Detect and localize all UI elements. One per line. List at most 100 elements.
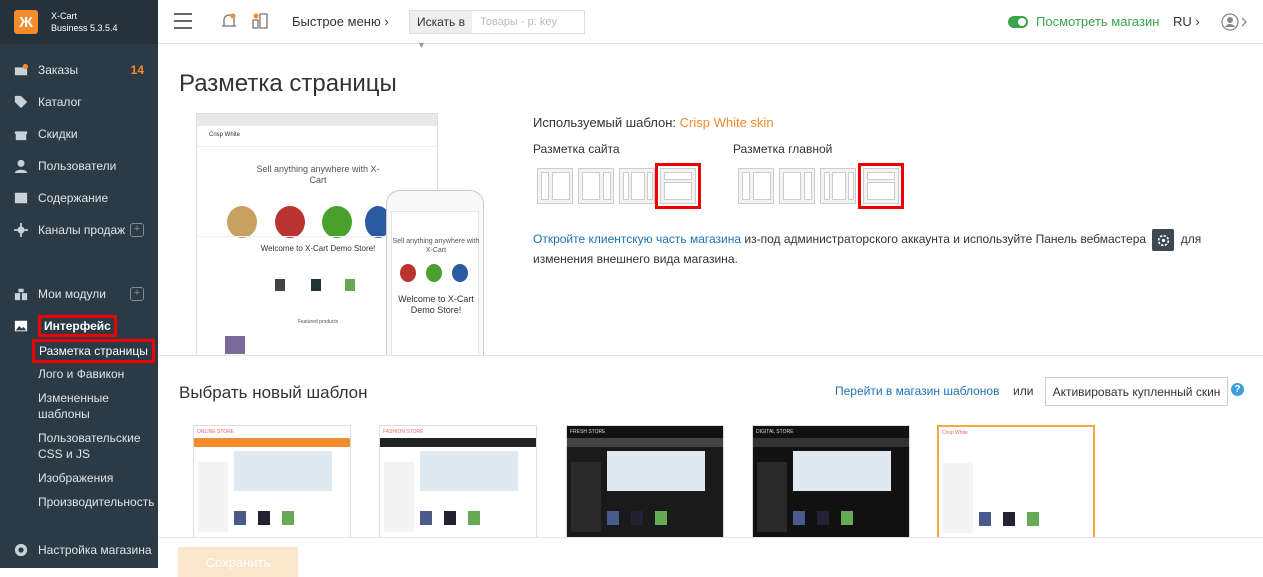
settings-icon: [13, 542, 29, 558]
template-name: DIGITAL STORE: [753, 426, 909, 438]
sidebar-item-discounts[interactable]: Скидки: [0, 122, 158, 146]
preview-store-title: Crisp White: [209, 132, 241, 138]
top-bar: Быстрое меню › Искать в ▼ Посмотреть маг…: [158, 0, 1263, 50]
search-scope-select[interactable]: Искать в ▼: [410, 11, 472, 50]
layout-no-sidebar[interactable]: [655, 163, 701, 209]
template-thumbnail[interactable]: DIGITAL STORE: [752, 425, 910, 540]
brand: Ж X-Cart Business 5.3.5.4: [0, 0, 158, 44]
open-store-hint: Откройте клиентскую часть магазина из-по…: [533, 229, 1253, 268]
sidebar-item-store-setup[interactable]: Настройка магазина: [0, 538, 158, 562]
home-layout-label: Разметка главной: [733, 142, 833, 156]
new-template-title: Выбрать новый шаблон: [179, 383, 368, 402]
used-template: Используемый шаблон: Crisp White skin: [533, 115, 774, 130]
template-thumbnail[interactable]: Crisp White: [937, 425, 1095, 540]
user-icon: [13, 158, 29, 174]
page-title: Разметка страницы: [179, 70, 397, 97]
bell-icon[interactable]: [220, 12, 238, 30]
brand-name: X-Cart: [51, 11, 78, 21]
orders-icon: [13, 62, 29, 78]
sidebar-item-modules[interactable]: Мои модули +: [0, 282, 158, 306]
open-store-link[interactable]: Откройте клиентскую часть магазина: [533, 232, 741, 246]
template-thumbnail[interactable]: ONLINE STORE: [193, 425, 351, 540]
home-layout-two-sidebars[interactable]: [820, 168, 856, 204]
template-thumbnail[interactable]: FRESH STORE: [566, 425, 724, 540]
gift-icon: [13, 126, 29, 142]
home-layout-left-sidebar[interactable]: [738, 168, 774, 204]
used-template-label: Используемый шаблон:: [533, 115, 677, 130]
template-name: FASHION STORE: [380, 426, 536, 438]
home-layout-right-sidebar[interactable]: [779, 168, 815, 204]
sidebar-item-label: Заказы: [38, 63, 79, 77]
template-name: Crisp White: [939, 427, 1093, 439]
sidebar-item-label: Мои модули: [38, 287, 106, 301]
content-icon: [13, 190, 29, 206]
sub-item-logo-favicon[interactable]: Лого и Фавикон: [38, 366, 124, 382]
template-name: ONLINE STORE: [194, 426, 350, 438]
sidebar-item-users[interactable]: Пользователи: [0, 154, 158, 178]
save-button[interactable]: Сохранить: [178, 547, 298, 577]
store-status-icon[interactable]: [251, 12, 269, 30]
image-icon: [13, 318, 29, 334]
sidebar-item-content[interactable]: Содержание: [0, 186, 158, 210]
hint-text-1: из-под администраторского аккаунта и исп…: [741, 232, 1150, 247]
store-toggle-icon: [1008, 15, 1028, 28]
sidebar-item-interface[interactable]: Интерфейс: [0, 314, 158, 338]
add-module-icon[interactable]: +: [130, 287, 144, 301]
sub-item-performance[interactable]: Производительность: [38, 494, 154, 510]
layout-right-sidebar[interactable]: [578, 168, 614, 204]
help-icon[interactable]: ?: [1231, 383, 1244, 396]
view-store-label: Посмотреть магазин: [1036, 14, 1160, 29]
add-channel-icon[interactable]: +: [130, 223, 144, 237]
quick-menu[interactable]: Быстрое меню ›: [292, 14, 389, 29]
sidebar-item-label: Настройка магазина: [38, 543, 152, 557]
template-name: FRESH STORE: [567, 426, 723, 438]
site-layout-options: [537, 163, 701, 209]
view-store-link[interactable]: Посмотреть магазин: [1008, 14, 1159, 29]
sidebar-item-label: Пользователи: [38, 159, 117, 173]
caret-down-icon: ▼: [417, 40, 426, 50]
search-input[interactable]: [472, 11, 584, 33]
sub-item-custom-css-js[interactable]: Пользовательские CSS и JS: [38, 430, 143, 462]
sub-item-modified-templates[interactable]: Измененные шаблоны: [38, 390, 138, 422]
layout-two-sidebars[interactable]: [619, 168, 655, 204]
brand-text: X-Cart Business 5.3.5.4: [51, 10, 118, 34]
divider: [158, 355, 1263, 356]
template-thumbnail[interactable]: FASHION STORE: [379, 425, 537, 540]
preview-hero-text: Sell anything anywhere with X-Cart: [256, 164, 380, 185]
sidebar-item-orders[interactable]: Заказы 14: [0, 58, 158, 82]
brand-version: Business 5.3.5.4: [51, 23, 118, 33]
skin-preview: Crisp White Sell anything anywhere with …: [196, 113, 486, 356]
sidebar-item-catalog[interactable]: Каталог: [0, 90, 158, 114]
hamburger-menu-icon[interactable]: [174, 13, 192, 29]
site-layout-label: Разметка сайта: [533, 142, 620, 156]
puzzle-icon: [13, 286, 29, 302]
sub-item-images[interactable]: Изображения: [38, 470, 113, 486]
sub-item-page-layout[interactable]: Разметка страницы: [32, 339, 155, 363]
layout-left-sidebar[interactable]: [537, 168, 573, 204]
or-label: или: [1013, 384, 1034, 398]
channels-icon: [13, 222, 29, 238]
sidebar-item-label: Интерфейс: [38, 315, 117, 337]
activate-purchased-skin-button[interactable]: Активировать купленный скин: [1045, 377, 1228, 406]
footer-bar: Сохранить: [158, 537, 1263, 577]
go-to-template-store-link[interactable]: Перейти в магазин шаблонов: [835, 384, 999, 398]
used-template-link[interactable]: Crisp White skin: [680, 115, 774, 130]
tag-icon: [13, 94, 29, 110]
orders-badge: 14: [130, 63, 144, 77]
phone-welcome: Welcome to X-Cart Demo Store!: [398, 294, 474, 315]
search-bar: Искать в ▼: [409, 10, 585, 50]
language-selector[interactable]: RU ›: [1173, 14, 1200, 29]
sidebar-item-label: Каталог: [38, 95, 82, 109]
gear-icon[interactable]: [1152, 229, 1175, 251]
phone-hero-text: Sell anything anywhere with X-Cart: [392, 238, 480, 254]
account-icon[interactable]: [1221, 12, 1249, 32]
home-layout-options: [738, 163, 904, 209]
sidebar-item-channels[interactable]: Каналы продаж +: [0, 218, 158, 242]
sidebar-item-label: Каналы продаж: [38, 223, 126, 237]
sidebar: Ж X-Cart Business 5.3.5.4 Заказы 14 Ката…: [0, 0, 158, 568]
sidebar-item-label: Содержание: [38, 191, 109, 205]
xcart-logo-icon[interactable]: Ж: [14, 10, 38, 34]
search-scope-label: Искать в: [417, 15, 466, 29]
sidebar-item-label: Скидки: [38, 127, 78, 141]
home-layout-no-sidebar[interactable]: [858, 163, 904, 209]
